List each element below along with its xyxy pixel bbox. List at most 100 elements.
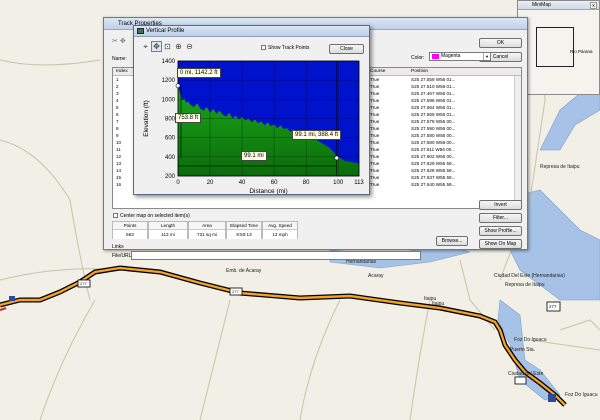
cell-position: S25 27.602 W56 00... xyxy=(411,154,456,159)
vertical-profile-titlebar: Vertical Profile xyxy=(134,26,369,37)
stat-value: 113 mi xyxy=(149,230,187,239)
cell-course: True xyxy=(370,161,380,166)
cell-position: S25 27.611 W56 00... xyxy=(411,147,456,152)
show-profile-button[interactable]: Show Profile... xyxy=(479,226,522,236)
x-tick-label: 113 xyxy=(354,180,364,186)
zoom-select-icon[interactable]: ⊡ xyxy=(162,42,173,51)
marker-point xyxy=(334,155,340,161)
minimap-title: MiniMap xyxy=(518,1,599,10)
filter-button[interactable]: Filter... xyxy=(479,213,522,223)
cell-position: S25 27.467 W56 01... xyxy=(411,91,456,96)
track-end-icon[interactable] xyxy=(548,394,556,402)
color-swatch xyxy=(432,54,439,59)
stat-avg-speed: Avg. Speed 13 mph xyxy=(262,221,298,239)
track-stats: Points 663 Length 113 mi Area 731 sq mi Ela… xyxy=(112,221,402,239)
track-start-icon[interactable] xyxy=(9,296,15,301)
profile-toolbar: ⌖ ✥ ⊡ ⊕ ⊖ xyxy=(140,41,195,52)
cut-icon[interactable]: ✂ xyxy=(112,38,118,45)
browse-button[interactable]: Browse... xyxy=(436,236,468,246)
zoom-in-icon[interactable]: ⊕ xyxy=(173,42,184,51)
route-shield-label: 277 xyxy=(549,304,557,309)
distance-tag: 99.1 mi xyxy=(241,151,267,161)
invert-button[interactable]: Invert xyxy=(479,200,522,210)
show-track-points-checkbox[interactable]: Show Track Points xyxy=(261,45,309,51)
ok-button[interactable]: OK xyxy=(479,38,522,48)
cell-course: True xyxy=(370,147,380,152)
stat-points: Points 663 xyxy=(112,221,148,239)
cell-course: True xyxy=(370,168,380,173)
cell-index: 16 xyxy=(116,182,122,187)
cell-position: S25 27.578 W56 00... xyxy=(411,119,456,124)
elevation-chart[interactable]: 0 20 40 60 80 100 113200400600800100012001400D… xyxy=(134,56,371,196)
cell-index: 7 xyxy=(116,119,119,124)
show-track-points-label: Show Track Points xyxy=(268,45,310,51)
file-url-input[interactable] xyxy=(131,251,421,260)
cell-index: 9 xyxy=(116,133,119,138)
file-url-label: File/URL: xyxy=(112,253,133,259)
cell-course: True xyxy=(370,126,380,131)
cell-course: True xyxy=(370,182,380,187)
cell-index: 1 xyxy=(116,77,119,82)
x-tick-label: 60 xyxy=(271,180,278,186)
cell-index: 14 xyxy=(116,168,122,173)
x-tick-label: 0 xyxy=(176,180,180,186)
minimap-viewport-frame[interactable] xyxy=(536,27,574,67)
close-icon[interactable]: x xyxy=(590,2,597,9)
y-tick-label: 1400 xyxy=(162,59,176,65)
cell-position: S25 27.580 W56 00... xyxy=(411,133,456,138)
cell-course: True xyxy=(370,175,380,180)
cell-position: S25 27.510 W56 01... xyxy=(411,84,456,89)
stat-label: Elapsed Time xyxy=(227,222,261,230)
map-label: Represa de Itaipu xyxy=(540,164,580,170)
y-tick-label: 600 xyxy=(165,136,176,142)
cell-index: 6 xyxy=(116,112,119,117)
cell-index: 3 xyxy=(116,91,119,96)
cell-index: 12 xyxy=(116,154,122,159)
cell-course: True xyxy=(370,91,380,96)
center-map-checkbox[interactable]: Center map on selected item(s) xyxy=(113,213,190,219)
scrollbar[interactable] xyxy=(514,76,521,208)
cell-position: S25 27.559 W56 01... xyxy=(411,77,456,82)
map-label: Foz Do Iguacu xyxy=(565,392,598,398)
map-label: Represa de Itaipu xyxy=(505,282,545,288)
cell-position: S25 27.628 W55 59... xyxy=(411,168,456,173)
pan-icon[interactable]: ✥ xyxy=(151,41,162,52)
move-icon[interactable]: ✥ xyxy=(120,38,126,45)
color-select[interactable]: Magenta ▼ xyxy=(429,52,491,61)
close-button[interactable]: Close xyxy=(329,44,364,54)
cell-index: 10 xyxy=(116,140,122,145)
color-value: Magenta xyxy=(441,53,461,59)
route-shield-label: 277 xyxy=(80,281,87,286)
column-header-course[interactable]: Course xyxy=(370,69,385,74)
vertical-profile-window[interactable]: Vertical Profile ⌖ ✥ ⊡ ⊕ ⊖ Show Track Points… xyxy=(133,25,370,195)
cell-index: 8 xyxy=(116,126,119,131)
stat-label: Length xyxy=(149,222,187,230)
chevron-down-icon[interactable]: ▼ xyxy=(483,53,490,60)
cell-course: True xyxy=(370,98,380,103)
y-tick-label: 200 xyxy=(165,174,176,180)
column-header-position[interactable]: Position xyxy=(411,69,428,74)
x-tick-label: 20 xyxy=(207,180,214,186)
cursor-icon[interactable]: ⌖ xyxy=(140,42,151,52)
show-on-map-button[interactable]: Show On Map xyxy=(479,239,522,249)
stat-value: 8:50:13 xyxy=(227,230,261,239)
cell-position: S25 27.596 W56 01... xyxy=(411,98,456,103)
cell-position: S25 27.637 W55 59... xyxy=(411,175,456,180)
cell-index: 11 xyxy=(116,147,121,152)
zoom-out-icon[interactable]: ⊖ xyxy=(184,42,195,51)
route-shield-icon xyxy=(514,376,527,385)
minimap-window[interactable]: MiniMap x Rio Parana xyxy=(517,0,600,95)
cell-course: True xyxy=(370,112,380,117)
checkbox-icon[interactable] xyxy=(113,213,118,219)
map-label: Ciudad Del Este (Hernandarias) xyxy=(494,273,565,279)
column-header-index[interactable]: Index xyxy=(116,69,128,74)
stat-label: Points xyxy=(113,222,147,230)
checkbox-icon[interactable] xyxy=(261,45,266,51)
map-label: Ciudad del Este xyxy=(508,371,544,377)
marker-point xyxy=(175,83,181,89)
y-tick-label: 1000 xyxy=(162,97,176,103)
cell-position: S25 27.590 W56 00... xyxy=(411,126,456,131)
x-axis-label: Distance (mi) xyxy=(249,188,287,195)
start-point-tag: 0 mi, 1142.2 ft xyxy=(177,68,221,78)
cell-index: 5 xyxy=(116,105,119,110)
